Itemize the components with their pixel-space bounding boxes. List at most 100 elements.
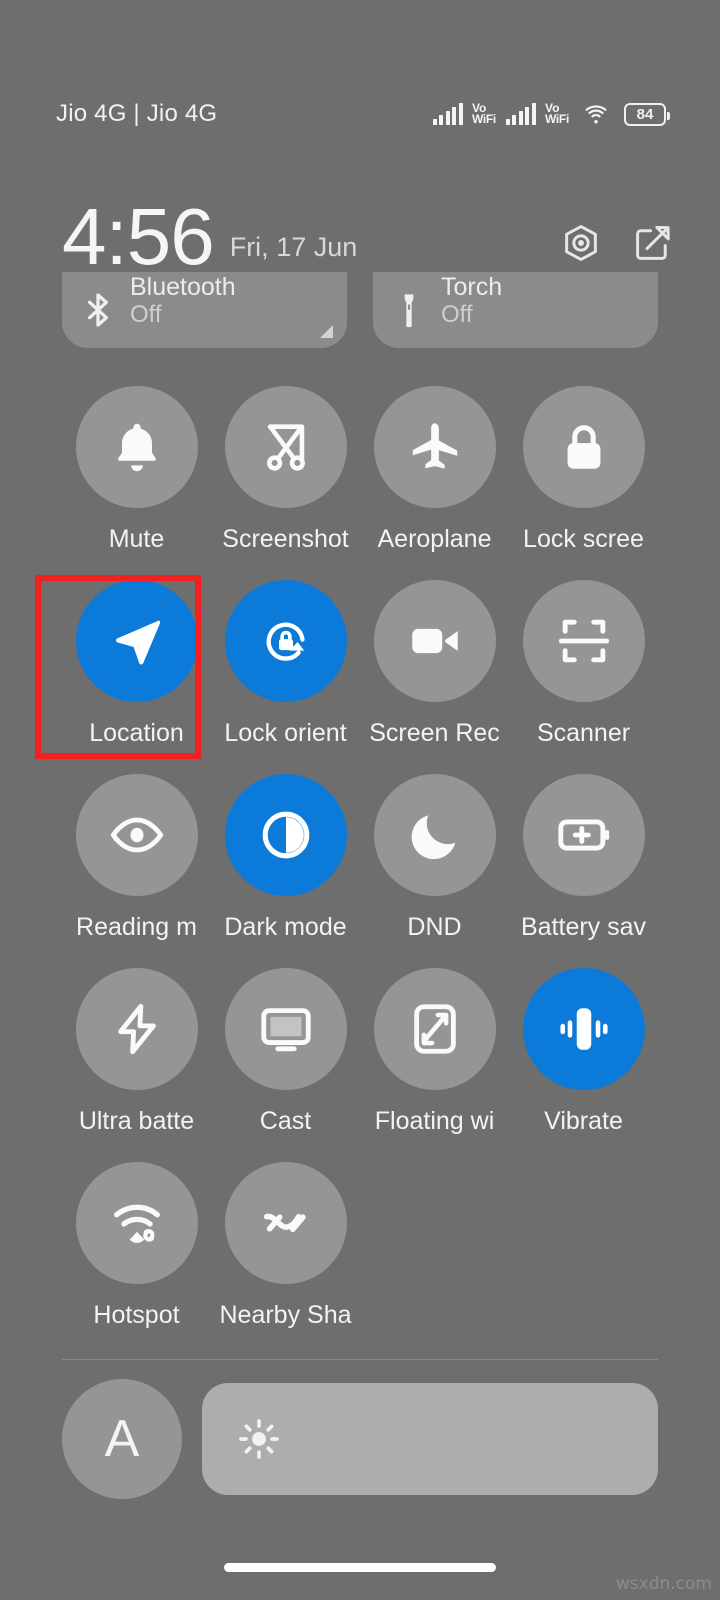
tile-label: DND (407, 914, 462, 941)
signal-strength-icon-sim2 (505, 103, 536, 125)
nearby-share-icon (263, 1213, 306, 1233)
contrast-circle-icon (262, 811, 309, 859)
brightness-controls: A (0, 1378, 720, 1500)
status-bar-icons: Vo WiFi Vo WiFi 84 (432, 100, 670, 126)
tile-icon-wrap (75, 1162, 198, 1284)
tile-ultra-battery-saver[interactable]: Ultra batte (62, 968, 211, 1162)
eye-icon (109, 817, 164, 853)
tile-row-2: Location Lock orient Screen Rec Scanner (62, 580, 658, 774)
clock-time: 4:56 (62, 191, 215, 281)
tile-icon-wrap (224, 386, 347, 508)
tile-dnd[interactable]: DND (360, 774, 509, 968)
tile-label: Aeroplane (377, 526, 492, 553)
volte-wifi-icon-sim2: Vo WiFi (544, 100, 569, 126)
tile-cast[interactable]: Cast (211, 968, 360, 1162)
brightness-slider[interactable] (202, 1383, 658, 1495)
tile-screenshot[interactable]: Screenshot (211, 386, 360, 580)
tile-label: Scanner (536, 720, 631, 747)
pill-tile-torch[interactable]: Torch Off (373, 272, 658, 348)
auto-brightness-label: A (104, 1410, 140, 1468)
monitor-cast-icon (260, 1008, 311, 1052)
tile-empty-slot (509, 1162, 658, 1356)
pill-tile-bluetooth[interactable]: Bluetooth Off (62, 272, 347, 348)
lightning-bolt-icon (117, 1003, 156, 1055)
tile-icon-wrap (224, 968, 347, 1090)
volte-wifi-icon-sim1: Vo WiFi (471, 100, 496, 126)
tile-icon-wrap (224, 774, 347, 896)
tile-label: Lock orient (224, 720, 347, 747)
tile-lock-orientation[interactable]: Lock orient (211, 580, 360, 774)
tile-label: Vibrate (544, 1108, 623, 1135)
clock-header: 4:56 Fri, 17 Jun (0, 176, 720, 281)
video-camera-icon (411, 628, 458, 654)
brightness-sun-icon (239, 1419, 279, 1459)
tile-icon-wrap (522, 968, 645, 1090)
tile-dark-mode[interactable]: Dark mode (211, 774, 360, 968)
tile-battery-saver[interactable]: Battery sav (509, 774, 658, 968)
signal-strength-icon-sim1 (432, 103, 463, 125)
watermark: wsxdn.com (615, 1574, 712, 1594)
tile-label: Floating wi (374, 1108, 495, 1135)
tile-label: Screen Rec (369, 720, 500, 747)
tile-aeroplane-mode[interactable]: Aeroplane (360, 386, 509, 580)
auto-brightness-button[interactable]: A (62, 1379, 182, 1499)
aeroplane-icon (412, 423, 457, 469)
battery-icon: 84 (624, 102, 670, 126)
tile-vibrate[interactable]: Vibrate (509, 968, 658, 1162)
clock-date: Fri, 17 Jun (229, 232, 358, 262)
tile-mute[interactable]: Mute (62, 386, 211, 580)
moon-icon (411, 815, 455, 860)
tile-label: Ultra batte (78, 1108, 195, 1135)
tile-hotspot[interactable]: Hotspot (62, 1162, 211, 1356)
tile-row-1: Mute Screenshot Aeroplane Lock scree (62, 386, 658, 580)
tile-floating-window[interactable]: Floating wi (360, 968, 509, 1162)
tile-label: Dark mode (224, 914, 347, 941)
tile-scanner[interactable]: Scanner (509, 580, 658, 774)
tile-screen-recorder[interactable]: Screen Rec (360, 580, 509, 774)
vibrate-icon (559, 1008, 608, 1050)
expand-corner-icon[interactable] (320, 325, 333, 338)
quick-settings-panel: Jio 4G | Jio 4G Vo WiFi Vo WiFi 84 4:56 … (0, 0, 720, 1600)
tile-nearby-share[interactable]: Nearby Sha (211, 1162, 360, 1356)
top-pill-tiles: Bluetooth Off Torch Off (0, 272, 720, 348)
tile-icon-wrap (522, 580, 645, 702)
tile-empty-slot (360, 1162, 509, 1356)
hotspot-icon (113, 1204, 160, 1243)
tile-icon-wrap (373, 968, 496, 1090)
tile-label: Nearby Sha (219, 1302, 352, 1329)
tile-icon-wrap (373, 774, 496, 896)
tile-lock-screen[interactable]: Lock scree (509, 386, 658, 580)
tile-label: Screenshot (222, 526, 349, 553)
scissors-screenshot-icon (266, 424, 305, 471)
bell-icon (117, 423, 156, 472)
tile-icon-wrap (75, 774, 198, 896)
home-indicator[interactable] (224, 1563, 496, 1572)
section-divider (62, 1359, 658, 1360)
header-actions (560, 222, 674, 264)
pill-title: Bluetooth (130, 272, 236, 301)
edit-pencil-icon[interactable] (632, 222, 674, 264)
tile-row-5: Hotspot Nearby Sha (62, 1162, 658, 1356)
tile-label: Mute (108, 526, 165, 553)
tile-label: Cast (259, 1108, 312, 1135)
torch-icon (404, 294, 414, 328)
lock-icon (567, 425, 600, 469)
tile-label: Battery sav (520, 914, 647, 941)
scan-frame-icon (558, 619, 609, 663)
tile-row-3: Reading m Dark mode DND Battery sav (62, 774, 658, 968)
tile-icon-wrap (522, 774, 645, 896)
lock-rotation-icon (266, 622, 305, 661)
battery-plus-icon (557, 819, 609, 851)
pill-status: Off (130, 301, 162, 329)
tile-location[interactable]: Location (62, 580, 211, 774)
pill-status: Off (441, 301, 473, 329)
location-arrow-icon (115, 620, 160, 665)
status-bar: Jio 4G | Jio 4G Vo WiFi Vo WiFi 84 (0, 92, 720, 136)
battery-level-label: 84 (636, 105, 654, 123)
tile-icon-wrap (373, 580, 496, 702)
tile-icon-wrap (75, 580, 198, 702)
settings-gear-icon[interactable] (560, 222, 602, 264)
floating-window-icon (413, 1004, 456, 1054)
tile-row-4: Ultra batte Cast Floating wi Vibrate (62, 968, 658, 1162)
tile-reading-mode[interactable]: Reading m (62, 774, 211, 968)
